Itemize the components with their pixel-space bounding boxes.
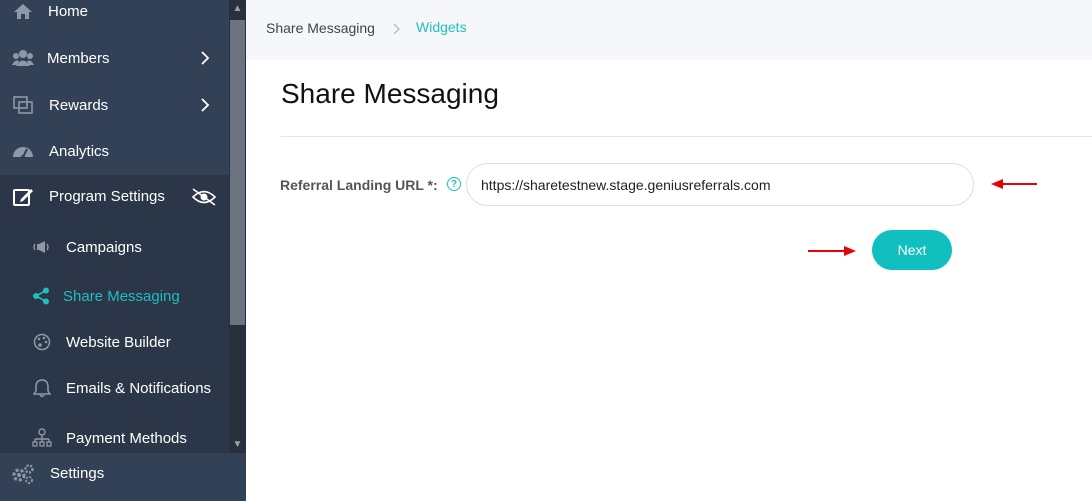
sidebar-item-share-messaging[interactable]: Share Messaging [0,279,229,313]
page-title: Share Messaging [281,78,499,109]
sidebar-item-label: Program Settings [49,188,165,205]
annotation-arrow-right-icon [808,246,856,256]
eye-slash-icon[interactable] [191,188,217,206]
breadcrumb: Share Messaging Widgets [246,0,1092,60]
sidebar-item-label: Settings [50,465,105,482]
sidebar-item-settings[interactable]: Settings [0,453,246,501]
next-button[interactable]: Next [872,230,952,270]
sidebar-item-analytics[interactable]: Analytics [0,139,229,163]
share-icon [30,285,52,307]
main-panel: Share Messaging Referral Landing URL *: … [246,60,1092,501]
sidebar-item-label: Members [47,49,110,67]
palette-icon [31,331,53,353]
rewards-icon [12,94,34,116]
sidebar-item-members[interactable]: Members [0,46,229,70]
sidebar: Home Members Rewards Analytics Program S… [0,0,246,501]
sidebar-nav: Home Members Rewards Analytics Program S… [0,0,229,501]
breadcrumb-share-messaging[interactable]: Share Messaging [266,20,375,36]
bell-icon [31,377,53,399]
referral-url-input[interactable] [466,163,974,206]
breadcrumb-widgets[interactable]: Widgets [416,19,467,35]
sidebar-item-label: Analytics [49,142,110,160]
sidebar-item-campaigns[interactable]: Campaigns [0,230,229,264]
annotation-arrow-left-icon [991,179,1037,189]
chevron-right-icon [393,23,400,35]
sidebar-item-label: Campaigns [66,238,142,256]
scrollbar-thumb[interactable] [230,20,245,325]
sidebar-item-label: Payment Methods [66,429,187,447]
sidebar-item-program-settings[interactable]: Program Settings [0,175,229,218]
sidebar-item-rewards[interactable]: Rewards [0,93,229,117]
help-icon[interactable]: ? [447,177,461,191]
analytics-icon [12,140,34,162]
referral-url-label: Referral Landing URL *: [280,177,438,193]
campaigns-icon [31,236,53,258]
sidebar-item-payment-methods[interactable]: Payment Methods [0,421,229,455]
home-icon [12,0,34,22]
sidebar-item-label: Home [48,3,89,20]
sidebar-item-label: Website Builder [66,333,171,351]
members-icon [12,47,34,69]
sidebar-item-label: Emails & Notifications [66,379,212,397]
chevron-right-icon [201,51,210,65]
sidebar-item-home[interactable]: Home [0,0,229,22]
scroll-down-icon[interactable]: ▼ [229,436,246,453]
scroll-up-icon[interactable]: ▲ [229,0,246,17]
chevron-right-icon [201,98,210,112]
edit-icon [12,186,34,208]
payment-icon [31,427,53,449]
sidebar-item-label: Rewards [49,96,109,114]
sidebar-item-emails-notifications[interactable]: Emails & Notifications [0,371,229,405]
sidebar-item-website-builder[interactable]: Website Builder [0,325,229,359]
gears-icon [11,463,35,490]
divider [281,136,1092,137]
sidebar-item-label: Share Messaging [63,287,180,305]
